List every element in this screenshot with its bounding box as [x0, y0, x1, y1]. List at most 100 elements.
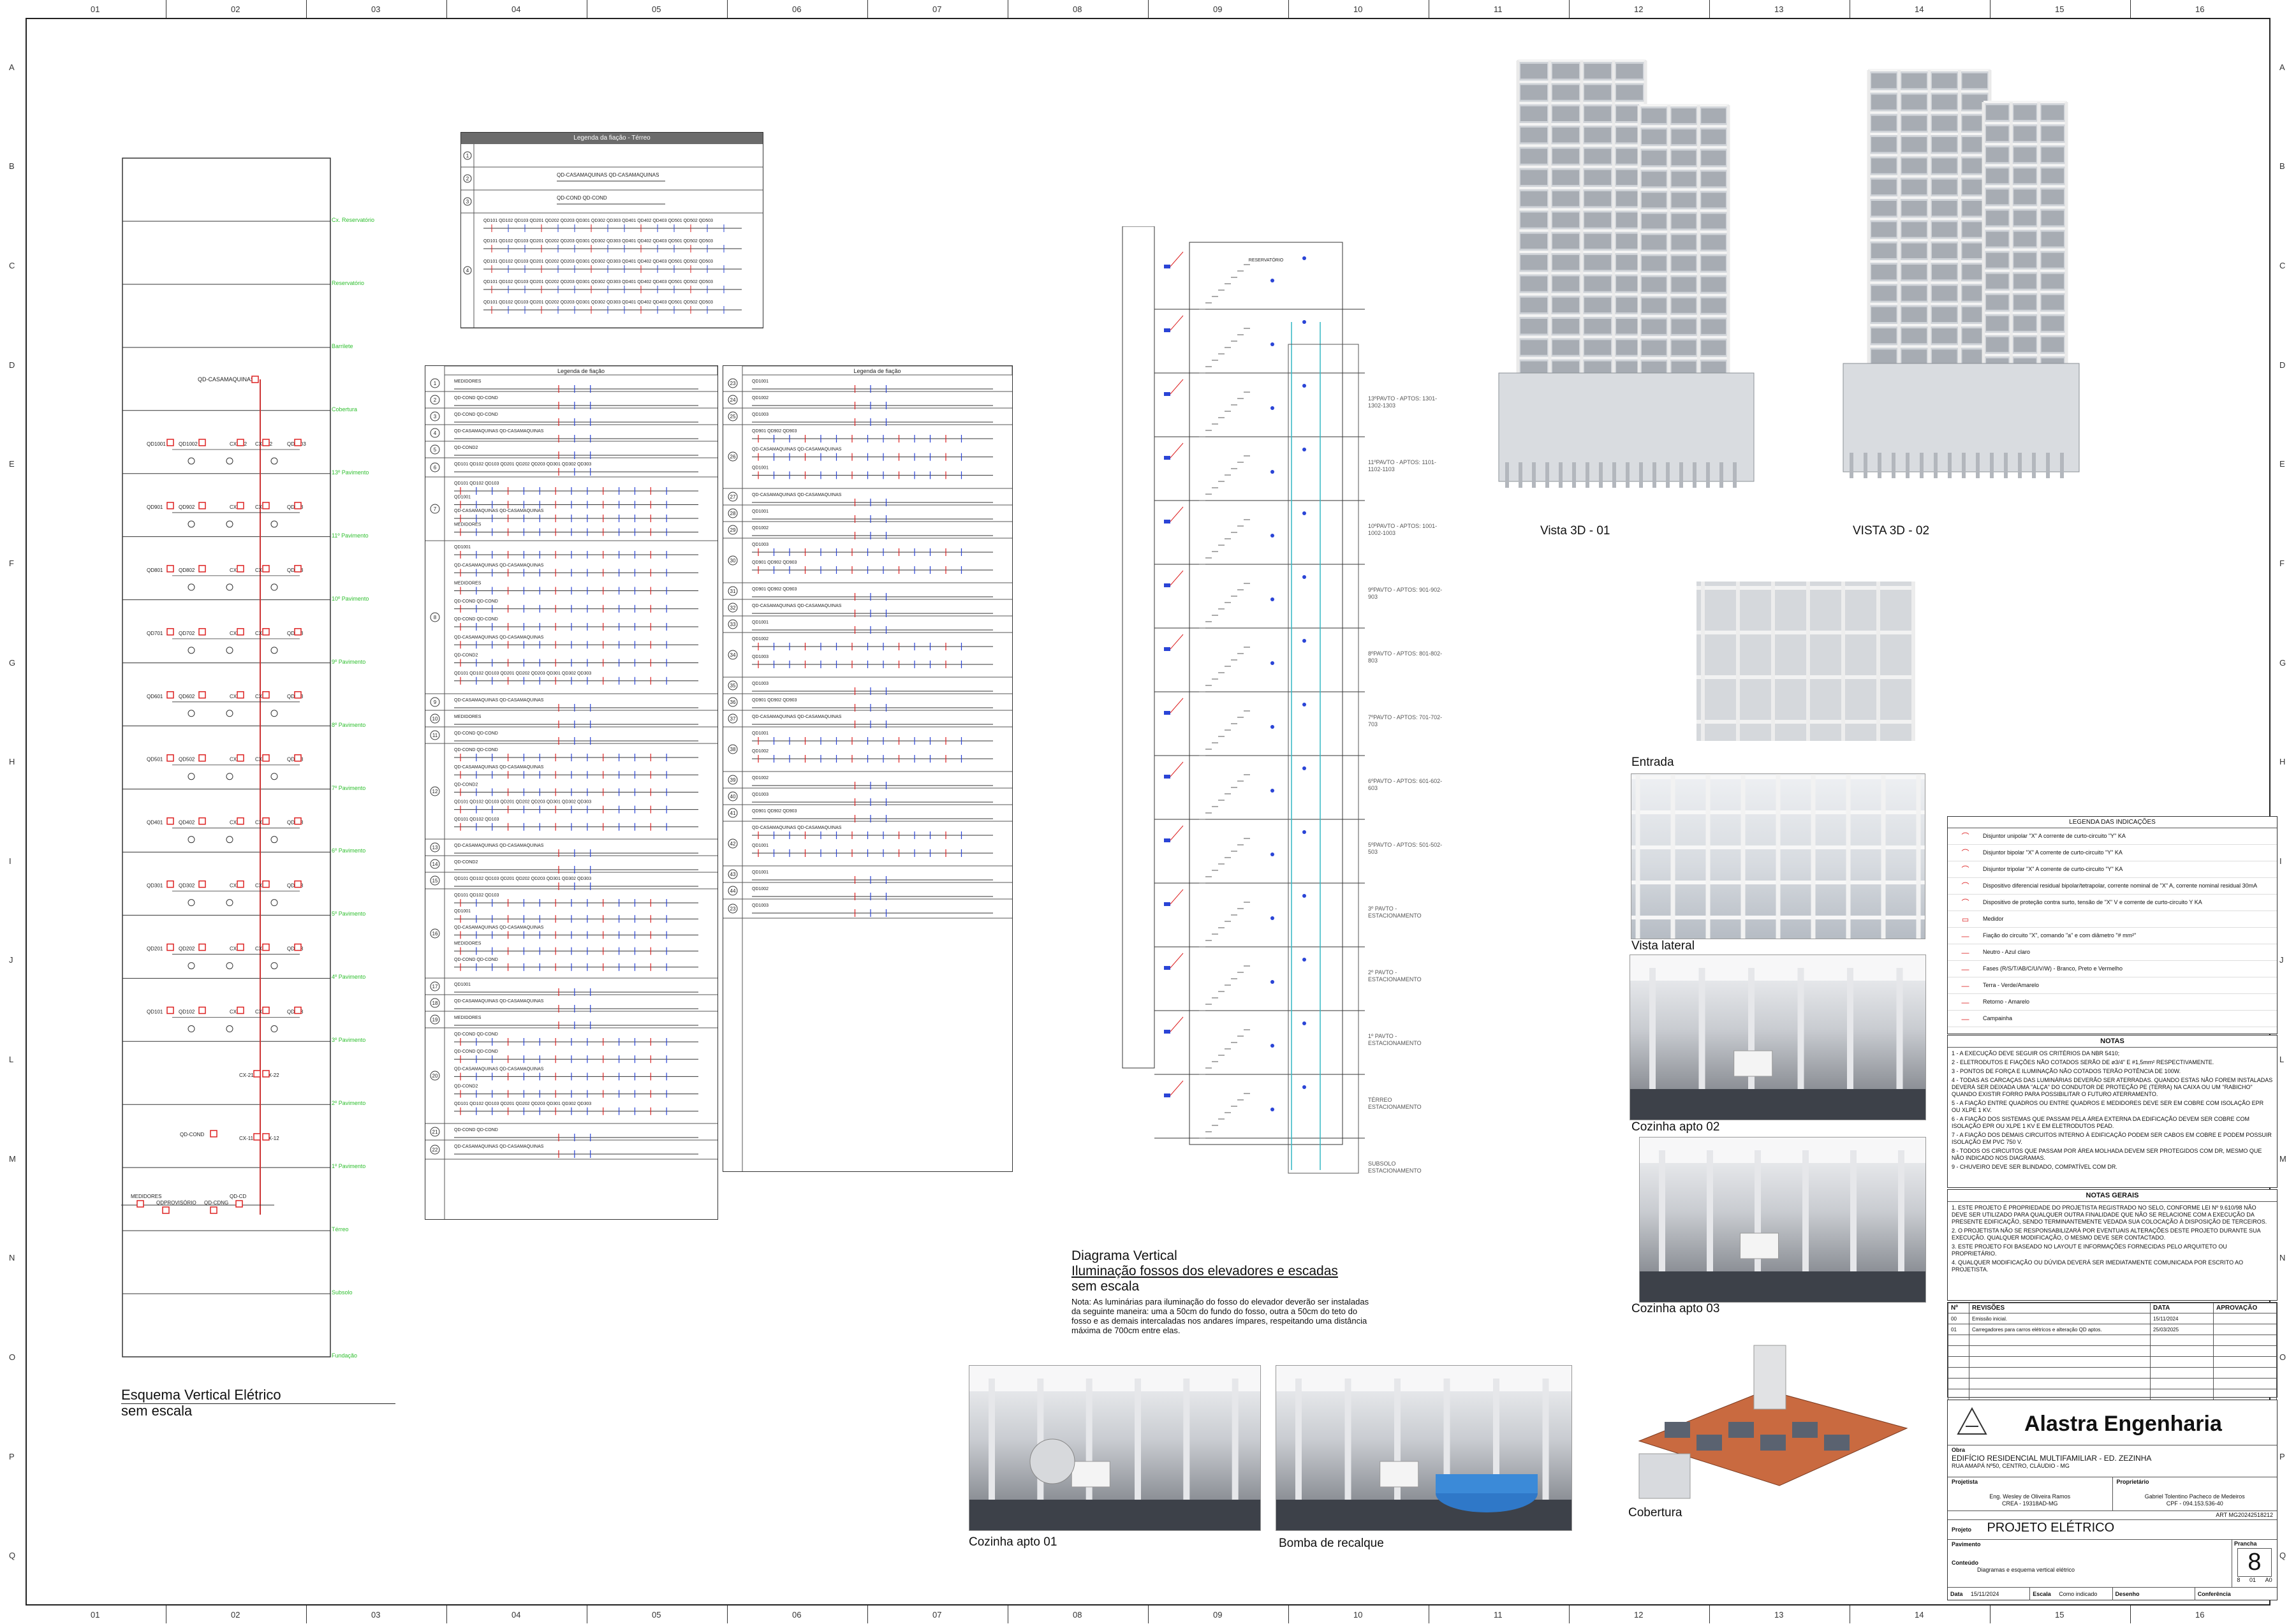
window-opening: [2013, 126, 2036, 142]
pile: [1505, 462, 1509, 488]
water-tank-body: [1436, 1474, 1538, 1493]
window-opening: [1642, 319, 1667, 334]
panel-symbol: [294, 565, 302, 573]
window-opening: [1642, 129, 1667, 145]
panel-symbol: [262, 628, 270, 636]
panel-symbol: [198, 1006, 206, 1014]
proprietario-cell: Proprietário Gabriel Tolentino Pacheco d…: [2113, 1477, 2278, 1511]
revision-cell: 01: [1948, 1324, 1969, 1335]
floor-label: Subsolo: [332, 1289, 353, 1296]
revision-cell: [1969, 1389, 2151, 1400]
section-floor-label: SUBSOLO ESTACIONAMENTO: [1368, 1160, 1422, 1174]
light-symbol: [1164, 265, 1170, 268]
panel-symbol: [198, 565, 206, 573]
panel-symbol: [237, 691, 244, 699]
cx-label: CX-11: [239, 1136, 254, 1141]
window-opening: [1871, 222, 1897, 237]
revision-row: [1948, 1367, 2277, 1379]
legend-row-text: QD1001: [752, 509, 769, 514]
pipe-column: [1659, 1150, 1665, 1291]
panel-symbol: [237, 943, 244, 951]
vertical-electrical-scheme: QD-CASAMAQUINASQD1001QD1002CX-102CX-102Q…: [57, 156, 332, 1358]
window-opening: [1520, 319, 1547, 334]
window-opening: [1871, 137, 1897, 152]
window-opening: [1932, 201, 1957, 216]
pile: [1962, 453, 1966, 478]
window-opening: [1986, 231, 2009, 247]
revision-cell: 00: [1948, 1313, 1969, 1324]
window-opening: [1986, 274, 2009, 289]
note-item: 8 - TODOS OS CIRCUITOS QUE PASSAM POR ÁR…: [1952, 1148, 2262, 1161]
legend-row-text: QD-COND2: [454, 782, 478, 787]
pile: [1639, 462, 1643, 488]
row-letter: N: [2279, 1253, 2286, 1263]
window-opening: [2013, 252, 2036, 268]
row-letter: I: [2279, 856, 2282, 866]
window-opening: [1932, 265, 1957, 280]
window-opening: [1701, 172, 1726, 187]
legend-row-text: QD-CASAMAQUINAS QD-CASAMAQUINAS: [454, 925, 544, 930]
render-cozinha-03: [1639, 1137, 1926, 1303]
cozinha-02-render: [1630, 955, 1925, 1120]
revision-cell: [1948, 1389, 1969, 1400]
pipe-column: [1295, 1379, 1302, 1519]
window-opening: [1552, 233, 1579, 249]
window-opening: [1932, 115, 1957, 131]
window-opening: [1701, 235, 1726, 250]
pile: [1559, 462, 1563, 488]
panel-symbol: [166, 628, 174, 636]
pile: [1652, 462, 1656, 488]
revision-cell: Carregadores para carros elétricos e alt…: [1969, 1324, 2151, 1335]
bottom-tag-label: MEDIDORES: [131, 1194, 161, 1199]
lamp-symbol: [1270, 470, 1274, 474]
window-opening: [1871, 158, 1897, 173]
window-opening: [1901, 179, 1927, 194]
panel-symbol: [294, 502, 302, 509]
pipe-column: [1649, 968, 1656, 1108]
lamp-symbol: [1270, 1108, 1274, 1111]
window-opening: [2013, 105, 2036, 121]
column-number: 05: [652, 4, 661, 14]
window-opening: [1901, 94, 1927, 110]
qd-tag-label: QD602: [179, 694, 195, 699]
legend-row-text: QD-COND2: [454, 446, 478, 450]
lamp-symbol: [1302, 958, 1306, 962]
light-symbol: [1164, 392, 1170, 396]
pile: [1719, 462, 1723, 488]
qd-tag-label: QD701: [147, 631, 163, 636]
meter-symbol: [188, 962, 195, 970]
window-opening: [1520, 212, 1547, 228]
row-number: 25: [730, 414, 736, 420]
conferencia-label: Conferência: [2197, 1591, 2231, 1597]
legend-row-text: QD-CASAMAQUINAS QD-CASAMAQUINAS: [752, 715, 842, 719]
legend-indicacao-text: Disjuntor tripolar "X" A corrente de cur…: [1983, 866, 2123, 872]
revision-cell: [2213, 1389, 2277, 1400]
notas-box: NOTAS 1 - A EXECUÇÃO DEVE SEGUIR OS CRIT…: [1947, 1035, 2278, 1188]
row-number: 1: [466, 153, 469, 159]
ruler-tick: [867, 0, 868, 18]
pile: [1612, 462, 1616, 488]
notas-title: NOTAS: [1948, 1035, 2277, 1048]
window-opening: [1520, 128, 1547, 143]
section-floor-label: 1º PAVTO - ESTACIONAMENTO: [1368, 1033, 1422, 1046]
pipe-column: [1542, 1379, 1549, 1519]
window-opening: [2041, 147, 2064, 163]
ceiling: [1640, 1138, 1925, 1163]
row-number: 9: [434, 699, 437, 705]
legend-indicacao-row: ⌒ Dispositivo de proteção contra surto, t…: [1948, 895, 2277, 911]
pipe-column: [1896, 968, 1903, 1108]
window-opening: [1901, 115, 1927, 131]
window-opening: [2041, 189, 2064, 205]
pile: [1864, 453, 1867, 478]
render-vista-lateral-caption: Vista lateral: [1631, 939, 1695, 953]
row-letter: D: [2279, 360, 2286, 370]
note-item: 3. ESTE PROJETO FOI BASEADO NO LAYOUT E …: [1952, 1243, 2227, 1257]
column-number: 11: [1494, 1610, 1503, 1620]
window-opening: [1871, 94, 1897, 110]
column-number: 06: [792, 4, 802, 14]
solar-panel: [1792, 1422, 1818, 1438]
legend-row-text: MEDIDORES: [454, 1016, 482, 1020]
lamp-symbol: [1302, 256, 1306, 260]
window-opening: [1520, 149, 1547, 164]
sink: [1380, 1461, 1419, 1488]
